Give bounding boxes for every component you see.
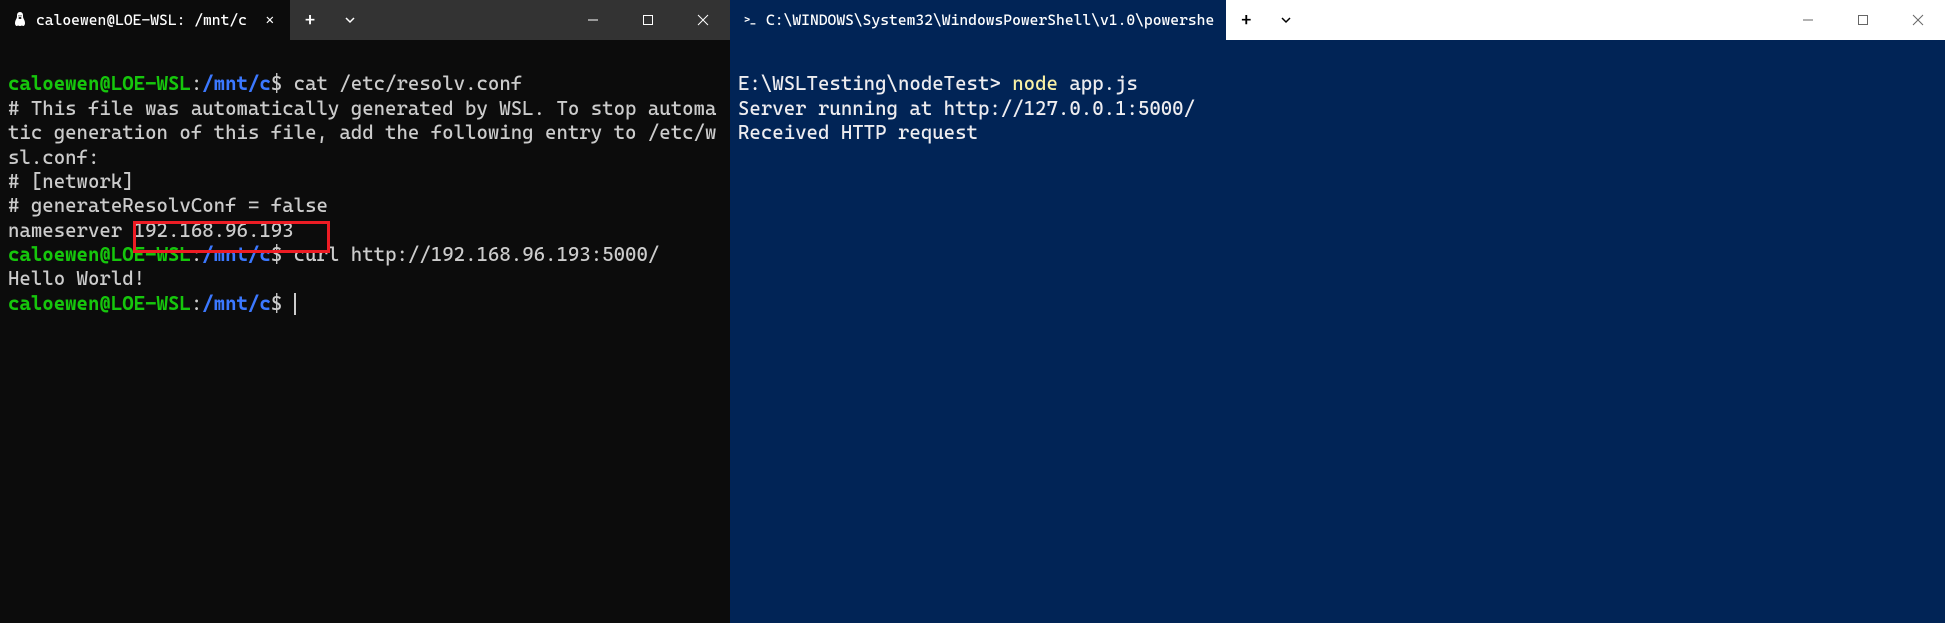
titlebar-spacer bbox=[1306, 0, 1780, 40]
minimize-button-wsl[interactable] bbox=[565, 0, 620, 40]
output-line: # This file was automatically generated … bbox=[8, 97, 716, 169]
prompt-path: /mnt/c bbox=[202, 292, 271, 315]
terminal-output-wsl[interactable]: caloewen@LOE-WSL:/mnt/c$ cat /etc/resolv… bbox=[0, 40, 730, 623]
terminal-output-powershell[interactable]: E:\WSLTesting\nodeTest> node app.js Serv… bbox=[730, 40, 1945, 623]
output-line: Received HTTP request bbox=[738, 121, 978, 144]
tab-wsl[interactable]: caloewen@LOE-WSL: /mnt/c ✕ bbox=[0, 0, 290, 40]
output-line: # generateResolvConf = false bbox=[8, 194, 328, 217]
linux-icon bbox=[12, 12, 28, 28]
maximize-button-ps[interactable] bbox=[1835, 0, 1890, 40]
titlebar-powershell: >_ C:\WINDOWS\System32\WindowsPowerShell… bbox=[730, 0, 1945, 40]
tab-title-powershell: C:\WINDOWS\System32\WindowsPowerShell\v1… bbox=[766, 11, 1214, 29]
prompt-user: caloewen@LOE-WSL bbox=[8, 243, 191, 266]
output-line: # [network] bbox=[8, 170, 134, 193]
prompt-user: caloewen@LOE-WSL bbox=[8, 292, 191, 315]
tab-powershell[interactable]: >_ C:\WINDOWS\System32\WindowsPowerShell… bbox=[730, 0, 1226, 40]
output-line: Hello World! bbox=[8, 267, 145, 290]
tab-dropdown-wsl[interactable] bbox=[330, 0, 370, 40]
tab-title-wsl: caloewen@LOE-WSL: /mnt/c bbox=[36, 11, 254, 29]
new-tab-button-ps[interactable]: + bbox=[1226, 0, 1266, 40]
prompt-user: caloewen@LOE-WSL bbox=[8, 72, 191, 95]
terminal-window-powershell: >_ C:\WINDOWS\System32\WindowsPowerShell… bbox=[730, 0, 1945, 623]
prompt-path: /mnt/c bbox=[202, 243, 271, 266]
output-line: Server running at http://127.0.0.1:5000/ bbox=[738, 97, 1195, 120]
close-button-ps[interactable] bbox=[1890, 0, 1945, 40]
terminal-window-wsl: caloewen@LOE-WSL: /mnt/c ✕ + caloewen@LO… bbox=[0, 0, 730, 623]
output-line: nameserver 192.168.96.193 bbox=[8, 219, 294, 242]
maximize-button-wsl[interactable] bbox=[620, 0, 675, 40]
new-tab-button-wsl[interactable]: + bbox=[290, 0, 330, 40]
ps-command: node bbox=[1012, 72, 1069, 95]
cursor bbox=[294, 293, 296, 315]
minimize-button-ps[interactable] bbox=[1780, 0, 1835, 40]
command-text: curl http://192.168.96.193:5000/ bbox=[282, 243, 659, 266]
ps-prompt: E:\WSLTesting\nodeTest> bbox=[738, 72, 1012, 95]
powershell-icon: >_ bbox=[742, 12, 758, 28]
tab-close-wsl[interactable]: ✕ bbox=[262, 10, 278, 30]
prompt-path: /mnt/c bbox=[202, 72, 271, 95]
close-button-wsl[interactable] bbox=[675, 0, 730, 40]
tab-dropdown-ps[interactable] bbox=[1266, 0, 1306, 40]
command-text: cat /etc/resolv.conf bbox=[282, 72, 522, 95]
titlebar-wsl: caloewen@LOE-WSL: /mnt/c ✕ + bbox=[0, 0, 730, 40]
titlebar-spacer bbox=[370, 0, 565, 40]
